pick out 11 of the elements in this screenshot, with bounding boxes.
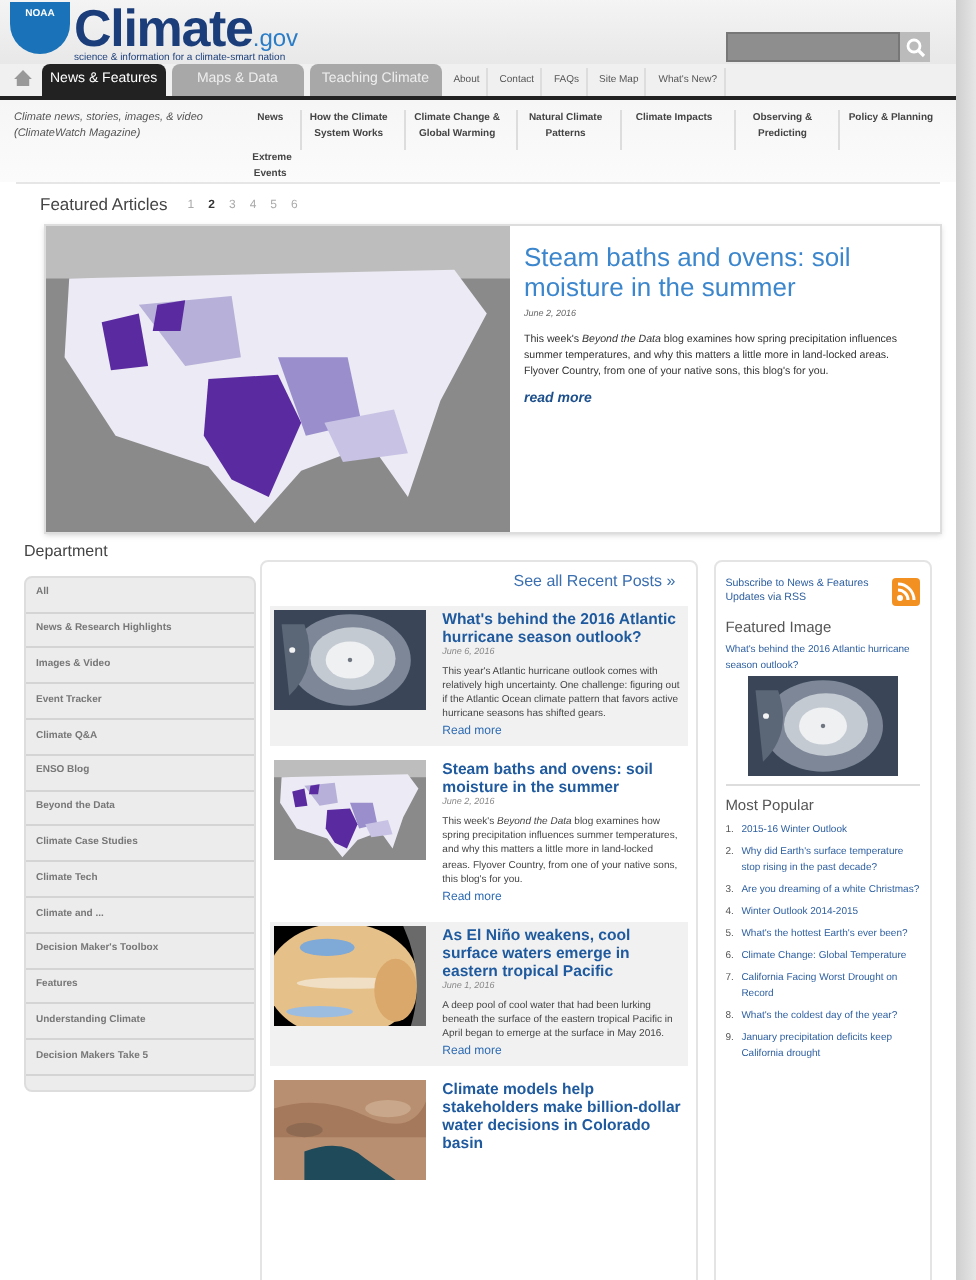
search-icon — [905, 37, 925, 57]
search-field[interactable] — [726, 32, 900, 62]
featured-title[interactable]: Steam baths and ovens: soil moisture in the summer — [524, 241, 926, 302]
site-logo-suffix: .gov — [252, 26, 299, 50]
search-button[interactable] — [900, 32, 930, 62]
section-heading: Featured Articles — [40, 192, 168, 218]
section-heading: Department — [24, 539, 110, 564]
site-logo: Climate — [74, 2, 253, 54]
home-icon[interactable] — [14, 70, 32, 86]
rss-icon[interactable] — [892, 577, 920, 606]
see-all-link[interactable]: See all Recent Posts » — [513, 569, 676, 594]
